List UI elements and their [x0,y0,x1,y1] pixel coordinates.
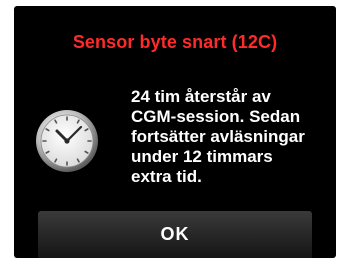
alert-title-bar: Sensor byte snart (12C) [14,6,336,81]
alert-screen: Sensor byte snart (12C) 24 tim återstår … [14,6,336,258]
alert-message: 24 tim återstår av CGM-session. Sedan fo… [131,87,305,186]
clock-icon [34,108,100,174]
alert-title: Sensor byte snart (12C) [72,32,278,52]
ok-button[interactable]: OK [38,211,312,258]
alert-body: 24 tim återstår av CGM-session. Sedan fo… [14,81,336,211]
ok-button-label: OK [160,224,190,244]
